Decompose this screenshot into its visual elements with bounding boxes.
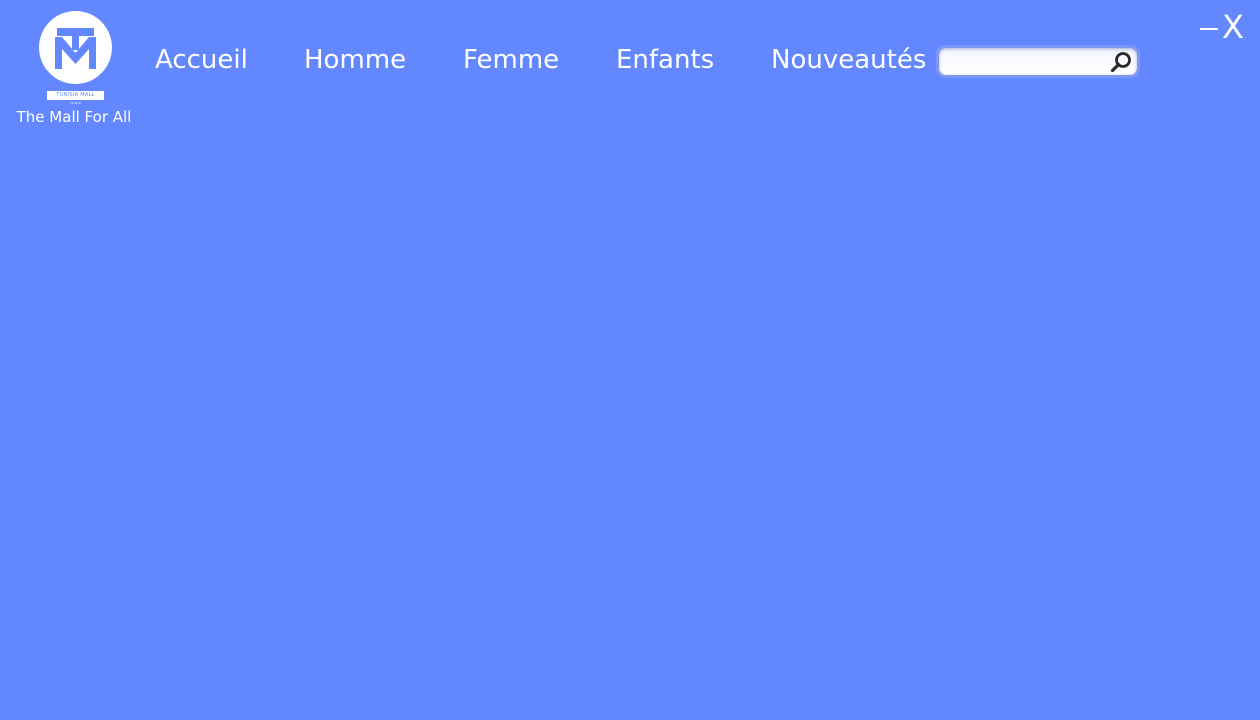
nav-item-nouveautes[interactable]: Nouveautés xyxy=(771,40,926,80)
app-window: TUNISIA MALL TUNIS The Mall For All Accu… xyxy=(0,0,1260,720)
minimize-icon[interactable] xyxy=(1199,20,1219,36)
nav-item-enfants[interactable]: Enfants xyxy=(616,40,714,80)
nav-item-homme[interactable]: Homme xyxy=(304,40,406,80)
tunisia-mall-logo-icon[interactable] xyxy=(39,11,112,84)
brand-tagline: The Mall For All xyxy=(16,108,132,126)
search-icon[interactable] xyxy=(1109,50,1133,74)
logo-subword: TUNIS xyxy=(69,101,82,105)
logo-block[interactable]: TUNISIA MALL TUNIS The Mall For All xyxy=(10,8,138,128)
logo-wordmark: TUNISIA MALL xyxy=(47,91,104,100)
search-input[interactable] xyxy=(945,50,1105,72)
search-field xyxy=(939,48,1137,75)
search-box xyxy=(936,45,1140,78)
close-button[interactable]: X xyxy=(1219,10,1247,44)
nav-item-accueil[interactable]: Accueil xyxy=(155,40,248,80)
nav-item-femme[interactable]: Femme xyxy=(463,40,559,80)
